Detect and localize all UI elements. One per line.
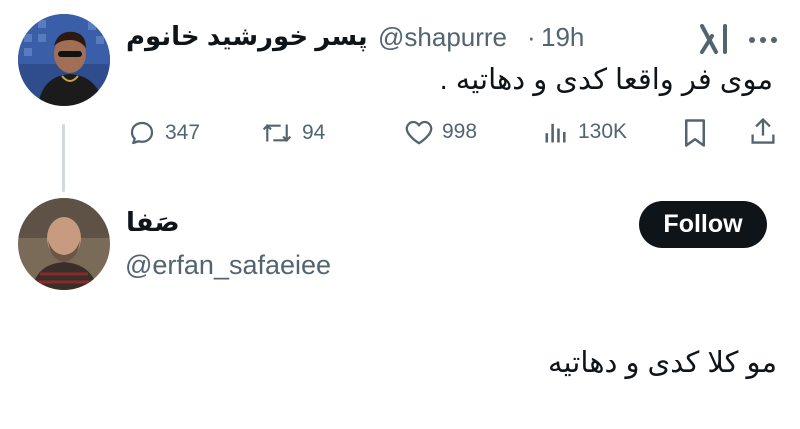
retweet-button[interactable]: 94 xyxy=(260,118,325,148)
views-button[interactable]: 130K xyxy=(542,118,627,146)
views-icon xyxy=(542,118,570,146)
more-icon[interactable] xyxy=(748,32,778,50)
reply-count: 347 xyxy=(165,121,201,144)
retweet-count: 94 xyxy=(302,121,326,144)
reply-avatar[interactable] xyxy=(18,198,110,290)
tweet-text: موی فر واقعا کدی و دهاتیه . xyxy=(439,64,773,96)
follow-button[interactable]: Follow xyxy=(639,201,767,248)
reply-icon xyxy=(127,118,157,148)
author-display-name[interactable]: پسر خورشید خانوم xyxy=(126,21,368,52)
tweet-timestamp[interactable]: 19h xyxy=(541,22,584,53)
view-count: 130K xyxy=(578,120,628,143)
share-icon[interactable] xyxy=(749,116,777,151)
like-icon xyxy=(404,118,434,146)
separator-dot: · xyxy=(527,22,536,52)
thread-line xyxy=(62,124,65,192)
reply-text: مو کلا کدی و دهاتیه xyxy=(548,347,777,379)
like-count: 998 xyxy=(442,120,478,143)
avatar[interactable] xyxy=(18,14,110,106)
retweet-icon xyxy=(260,118,294,148)
author-handle[interactable]: @shapurre xyxy=(378,22,507,53)
grok-icon[interactable] xyxy=(698,22,732,61)
reply-button[interactable]: 347 xyxy=(127,118,200,148)
like-button[interactable]: 998 xyxy=(404,118,477,146)
reply-display-name[interactable]: صَفا xyxy=(126,207,180,238)
bookmark-icon[interactable] xyxy=(682,118,708,153)
reply-handle[interactable]: @erfan_safaeiee xyxy=(125,250,331,281)
